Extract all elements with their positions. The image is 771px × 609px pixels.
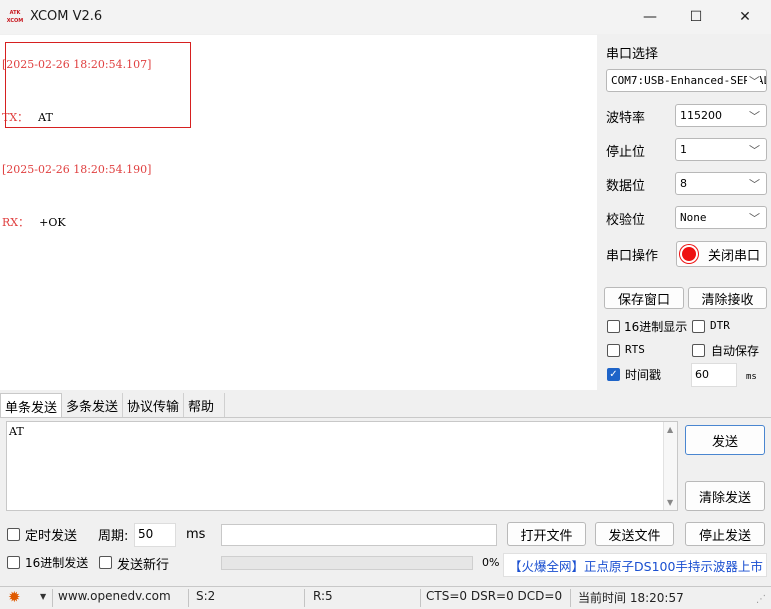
baud-label: 波特率 <box>606 111 646 126</box>
status-separator <box>570 589 571 607</box>
send-scrollbar[interactable]: ▲ ▼ <box>663 422 677 510</box>
period-label: 周期: <box>98 529 129 544</box>
port-status-icon <box>682 247 696 261</box>
send-newline-label: 发送新行 <box>117 558 170 573</box>
dtr-label: DTR <box>710 319 730 332</box>
status-separator <box>304 589 305 607</box>
sent-count: S:2 <box>196 589 216 603</box>
ad-text-prefix: 【火爆全网】 <box>509 559 585 574</box>
send-file-button[interactable]: 发送文件 <box>595 522 674 546</box>
hex-display-checkbox[interactable] <box>607 320 620 333</box>
port-select[interactable]: COM7:USB-Enhanced-SERIAL ﹀ <box>606 69 767 92</box>
chevron-down-icon: ﹀ <box>749 110 760 123</box>
hex-send-label: 16进制发送 <box>25 556 89 570</box>
receive-line-rx: RX： +OK <box>2 214 151 232</box>
rx-value: +OK <box>39 215 66 229</box>
open-file-button[interactable]: 打开文件 <box>507 522 586 546</box>
baud-select[interactable]: 115200 ﹀ <box>675 104 767 127</box>
parity-select[interactable]: None ﹀ <box>675 206 767 229</box>
clear-send-button[interactable]: 清除发送 <box>685 481 765 511</box>
stop-bits-value: 1 <box>680 143 687 156</box>
port-select-label: 串口选择 <box>606 47 659 62</box>
chevron-down-icon: ﹀ <box>749 144 760 157</box>
stop-bits-label: 停止位 <box>606 145 646 160</box>
send-newline-checkbox[interactable] <box>99 556 112 569</box>
period-unit: ms <box>186 527 206 542</box>
parity-label: 校验位 <box>606 213 646 228</box>
chevron-down-icon: ﹀ <box>747 73 760 89</box>
highlight-box <box>5 42 191 128</box>
tab-single-send[interactable]: 单条发送 <box>0 393 63 418</box>
scroll-down-icon[interactable]: ▼ <box>667 498 673 507</box>
timestamp-unit: ms <box>746 372 757 382</box>
send-button[interactable]: 发送 <box>685 425 765 455</box>
data-bits-value: 8 <box>680 177 687 190</box>
period-input[interactable]: 50 <box>134 523 176 547</box>
tab-protocol[interactable]: 协议传输 <box>123 393 185 417</box>
stop-bits-select[interactable]: 1 ﹀ <box>675 138 767 161</box>
tab-help[interactable]: 帮助 <box>184 393 226 417</box>
status-separator <box>188 589 189 607</box>
hex-display-label: 16进制显示 <box>624 320 688 334</box>
current-time: 当前时间 18:20:57 <box>578 591 684 605</box>
port-select-value: COM7:USB-Enhanced-SERIAL <box>611 74 767 87</box>
port-op-label: 串口操作 <box>606 249 659 264</box>
minimize-button[interactable]: — <box>627 0 673 34</box>
send-progress-bar <box>221 556 473 570</box>
resize-grip-icon[interactable]: ⋰ <box>756 594 766 605</box>
timestamp-checkbox[interactable]: ✓ <box>607 368 620 381</box>
send-tabs: 单条发送 多条发送 协议传输 帮助 <box>0 393 226 418</box>
send-input[interactable] <box>6 421 678 511</box>
file-path-field[interactable] <box>221 524 497 546</box>
dtr-checkbox[interactable] <box>692 320 705 333</box>
send-input-text: AT <box>9 425 24 438</box>
maximize-button[interactable]: ☐ <box>673 0 719 34</box>
chevron-down-icon: ﹀ <box>749 212 760 225</box>
close-button[interactable]: ✕ <box>722 0 768 34</box>
send-progress-percent: 0% <box>482 556 500 569</box>
scroll-up-icon[interactable]: ▲ <box>667 425 673 434</box>
ad-text-main: 正点原子DS100手持示波器上市 <box>584 559 763 574</box>
rx-label: RX： <box>2 215 30 229</box>
data-bits-select[interactable]: 8 ﹀ <box>675 172 767 195</box>
timestamp-interval-input[interactable]: 60 <box>691 363 737 387</box>
chevron-down-icon: ﹀ <box>749 178 760 191</box>
chevron-down-icon[interactable]: ▼ <box>40 592 46 601</box>
baud-value: 115200 <box>680 109 722 122</box>
gear-icon[interactable]: ✹ <box>8 588 21 606</box>
timed-send-label: 定时发送 <box>25 529 78 544</box>
hex-send-checkbox[interactable] <box>7 556 20 569</box>
status-separator <box>420 589 421 607</box>
line-status: CTS=0 DSR=0 DCD=0 <box>426 589 563 603</box>
received-count: R:5 <box>313 589 333 603</box>
website-link[interactable]: www.openedv.com <box>58 589 171 603</box>
ad-banner-link[interactable]: 【火爆全网】正点原子DS100手持示波器上市 <box>503 553 767 577</box>
auto-save-label: 自动保存 <box>711 344 760 358</box>
data-bits-label: 数据位 <box>606 179 646 194</box>
parity-value: None <box>680 211 707 224</box>
tab-multi-send[interactable]: 多条发送 <box>62 393 124 417</box>
rts-label: RTS <box>625 343 645 356</box>
receive-timestamp: [2025-02-26 18:20:54.190] <box>2 163 152 176</box>
stop-send-button[interactable]: 停止发送 <box>685 522 765 546</box>
tab-divider <box>0 417 771 418</box>
clear-receive-button[interactable]: 清除接收 <box>688 287 767 309</box>
timed-send-checkbox[interactable] <box>7 528 20 541</box>
timestamp-label: 时间戳 <box>625 368 662 382</box>
rts-checkbox[interactable] <box>607 344 620 357</box>
save-window-button[interactable]: 保存窗口 <box>604 287 684 309</box>
auto-save-checkbox[interactable] <box>692 344 705 357</box>
close-port-label: 关闭串口 <box>708 248 761 264</box>
status-separator <box>52 589 53 607</box>
close-port-button[interactable]: 关闭串口 <box>676 241 767 267</box>
